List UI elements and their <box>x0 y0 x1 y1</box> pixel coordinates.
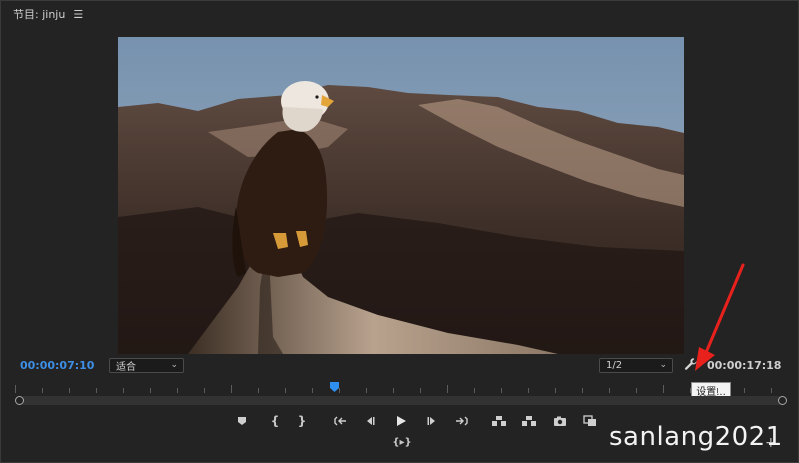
step-forward-icon[interactable] <box>423 413 441 429</box>
play-icon[interactable] <box>392 413 410 429</box>
annotation-arrow <box>695 263 745 371</box>
export-frame-icon[interactable] <box>551 413 569 429</box>
zoom-level-value: 适合 <box>116 362 136 373</box>
mark-in-icon[interactable]: { <box>266 413 284 429</box>
panel-title[interactable]: 节目: jinju <box>13 6 65 22</box>
chevron-down-icon: ⌄ <box>170 360 178 370</box>
time-ruler[interactable] <box>15 381 787 393</box>
zoom-scroll-bar[interactable] <box>20 396 782 405</box>
zoom-scroll-left-handle[interactable] <box>15 396 24 405</box>
mark-out-icon[interactable]: } <box>293 413 311 429</box>
video-frame-image <box>118 37 684 354</box>
chevron-down-icon: ⌄ <box>659 360 667 370</box>
go-to-in-icon[interactable] <box>332 413 350 429</box>
playback-resolution-value: 1/2 <box>606 360 623 371</box>
video-preview <box>118 37 684 354</box>
program-monitor-panel: 节目: jinju ☰ 00:00:07:10 适合 ⌄ 1/2 ⌄ 00:00… <box>0 0 799 463</box>
playback-resolution-select[interactable]: 1/2 ⌄ <box>599 358 673 373</box>
playhead-marker[interactable] <box>330 382 339 392</box>
panel-header: 节目: jinju ☰ <box>13 6 83 22</box>
watermark-text: sanlang2021 <box>609 422 783 452</box>
lift-icon[interactable] <box>490 413 508 429</box>
step-back-icon[interactable] <box>361 413 379 429</box>
current-timecode[interactable]: 00:00:07:10 <box>20 359 94 372</box>
insert-clip-icon[interactable]: {▸} <box>392 434 411 450</box>
zoom-scroll-right-handle[interactable] <box>778 396 787 405</box>
add-marker-icon[interactable] <box>233 413 251 429</box>
zoom-level-select[interactable]: 适合 ⌄ <box>109 358 184 373</box>
comparison-view-icon[interactable] <box>581 413 599 429</box>
go-to-out-icon[interactable] <box>452 413 470 429</box>
extract-icon[interactable] <box>520 413 538 429</box>
hamburger-menu-icon[interactable]: ☰ <box>73 8 83 21</box>
